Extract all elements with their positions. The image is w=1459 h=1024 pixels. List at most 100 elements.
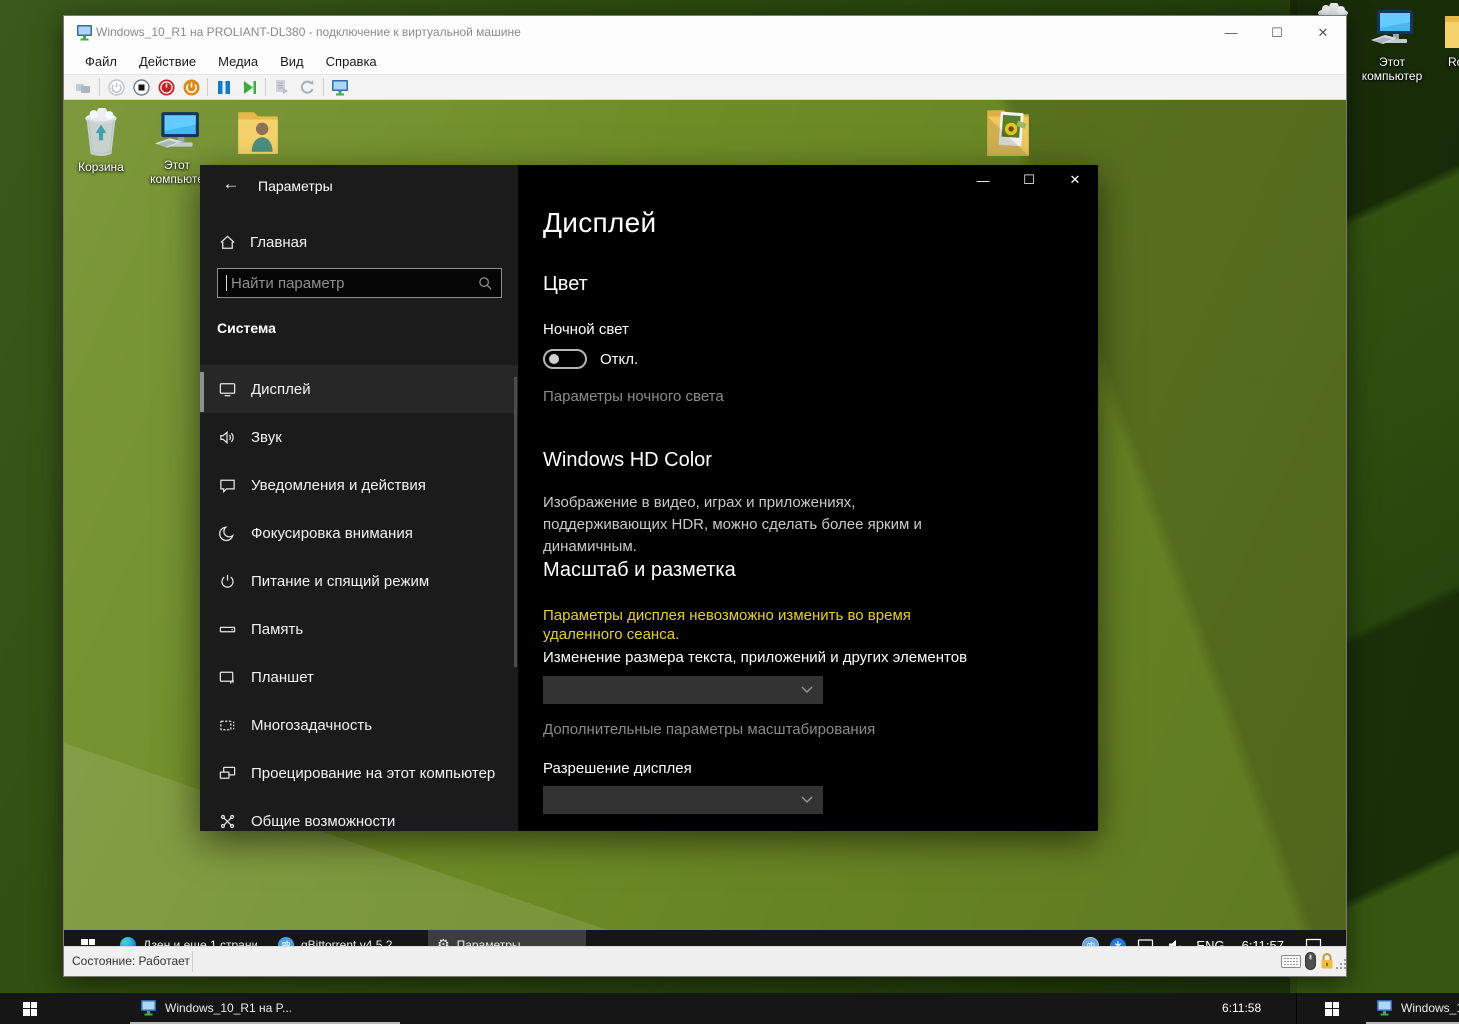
taskbar-task-edge[interactable]: Дзен и еще 1 страни... [111,930,266,946]
network-display-icon[interactable] [1137,938,1156,947]
taskbar-task-qbittorrent[interactable]: qb qBittorrent v4.5.2 [269,930,426,946]
vm-titlebar[interactable]: Windows_10_R1 на PROLIANT-DL380 - подклю… [64,16,1346,49]
desktop-icon-recycle-bin[interactable]: Корзина [65,108,137,174]
toolbar-separator [207,78,208,96]
settings-minimize-button[interactable]: — [960,165,1006,195]
desktop-icon-pictures-folder[interactable] [972,102,1044,160]
night-light-state: Откл. [600,351,638,368]
task-label: Windows_10_R1 на P... [165,1001,292,1015]
sidebar-item-storage[interactable]: Память [200,605,518,653]
enhanced-session-icon[interactable] [331,78,349,96]
vm-connection-icon [1376,999,1393,1016]
guest-clock[interactable]: 6:11:57 [1242,938,1284,946]
sidebar-item-label: Звук [251,429,282,446]
host-clock[interactable]: 6:11:58 [1222,1001,1261,1015]
menu-file[interactable]: Файл [76,51,126,72]
turn-off-icon[interactable] [132,78,150,96]
taskbar-task-settings[interactable]: ⚙ Параметры [428,930,586,946]
night-light-settings-link[interactable]: Параметры ночного света [543,388,724,405]
back-button[interactable]: ← [214,171,248,197]
bluetooth-icon[interactable] [1110,938,1126,947]
guest-system-tray: qb ENG 6:11:57 [1082,930,1346,946]
advanced-scaling-link[interactable]: Дополнительные параметры масштабирования [543,721,875,738]
desktop-icon-user-folder[interactable] [222,106,294,158]
pause-icon[interactable] [215,78,233,96]
sidebar-item-tablet[interactable]: Планшет [200,653,518,701]
save-icon[interactable] [182,78,200,96]
multitasking-icon [217,715,237,735]
home-icon [217,232,237,252]
lock-icon [1319,952,1335,970]
host-start-button[interactable] [0,993,60,1024]
settings-maximize-button[interactable]: ☐ [1006,165,1052,195]
sidebar-item-label: Уведомления и действия [251,477,426,494]
toolbar-separator [323,78,324,96]
sidebar-item-shared-experiences[interactable]: Общие возможности [200,797,518,831]
settings-close-button[interactable]: ✕ [1052,165,1098,195]
host-start-button-monitor2[interactable] [1302,993,1362,1024]
search-placeholder: Найти параметр [231,275,477,292]
sidebar-item-multitasking[interactable]: Многозадачность [200,701,518,749]
sidebar-item-label: Питание и спящий режим [251,573,429,590]
vm-status-text: Состояние: Работает [72,954,190,968]
checkpoint-icon[interactable] [273,78,291,96]
host-taskbar: Windows_10_R1 на P... 6:11:58 Windows_10… [0,993,1459,1024]
sidebar-item-notifications[interactable]: Уведомления и действия [200,461,518,509]
sidebar-item-power-sleep[interactable]: Питание и спящий режим [200,557,518,605]
monitor-divider [1296,993,1297,1024]
vm-toolbar [64,74,1346,100]
scale-dropdown[interactable] [543,676,823,704]
power-sleep-icon [217,571,237,591]
desktop-icon-folder-ror[interactable]: Ror [1440,8,1459,69]
revert-icon[interactable] [298,78,316,96]
sidebar-item-home[interactable]: Главная [200,223,518,261]
start-vm-icon[interactable] [107,78,125,96]
guest-start-button[interactable] [64,930,112,946]
remote-session-warning: Параметры дисплея невозможно изменить во… [543,606,983,644]
vm-minimize-button[interactable]: — [1208,16,1254,49]
settings-window: ← Параметры Главная Найти параметр Систе… [200,165,1098,831]
resolution-label: Разрешение дисплея [543,760,692,777]
projecting-icon [217,763,237,783]
vm-maximize-button[interactable]: ☐ [1254,16,1300,49]
qbittorrent-icon: qb [278,937,294,947]
ctrl-alt-del-icon[interactable] [74,78,92,96]
hdr-description: Изображение в видео, играх и приложениях… [543,492,973,558]
vm-menubar: Файл Действие Медиа Вид Справка [64,49,1346,74]
this-pc-icon [153,110,201,156]
night-light-toggle[interactable] [543,349,587,369]
tablet-icon [217,667,237,687]
search-icon [477,275,493,291]
chevron-down-icon [801,796,813,804]
menu-help[interactable]: Справка [317,51,386,72]
shared-experiences-icon [217,811,237,831]
storage-icon [217,619,237,639]
volume-muted-icon[interactable] [1167,938,1185,947]
shut-down-icon[interactable] [157,78,175,96]
search-input[interactable]: Найти параметр [217,268,502,298]
resize-grip[interactable] [1336,959,1347,970]
qbittorrent-tray-icon[interactable]: qb [1082,937,1099,946]
sidebar-item-focus-assist[interactable]: Фокусировка внимания [200,509,518,557]
sidebar-item-display[interactable]: Дисплей [200,365,518,413]
menu-action[interactable]: Действие [130,51,205,72]
scale-dropdown-label: Изменение размера текста, приложений и д… [543,649,967,666]
vm-close-button[interactable]: ✕ [1300,16,1346,49]
resolution-dropdown[interactable] [543,786,823,814]
resume-icon[interactable] [240,78,258,96]
sidebar-scrollbar[interactable] [514,377,517,667]
language-indicator[interactable]: ENG [1196,938,1224,946]
sidebar-item-sound[interactable]: Звук [200,413,518,461]
host-task-vm-connection[interactable]: Windows_10_R1 на P... [130,993,400,1024]
action-center-icon[interactable] [1305,938,1322,946]
guest-desktop: Корзина Этот компьюте [64,100,1346,946]
desktop-icon-this-pc-host[interactable]: Этот компьютер [1354,8,1430,83]
task-label: qBittorrent v4.5.2 [301,938,392,947]
settings-window-title: Параметры [258,178,333,194]
sidebar-item-projecting[interactable]: Проецирование на этот компьютер [200,749,518,797]
windows-logo-icon [1325,1002,1339,1016]
menu-view[interactable]: Вид [271,51,313,72]
host-task-vm-connection-monitor2[interactable]: Windows_10_R1 на P... [1366,993,1459,1024]
menu-media[interactable]: Медиа [209,51,267,72]
task-label: Windows_10_R1 на P... [1401,1001,1459,1015]
